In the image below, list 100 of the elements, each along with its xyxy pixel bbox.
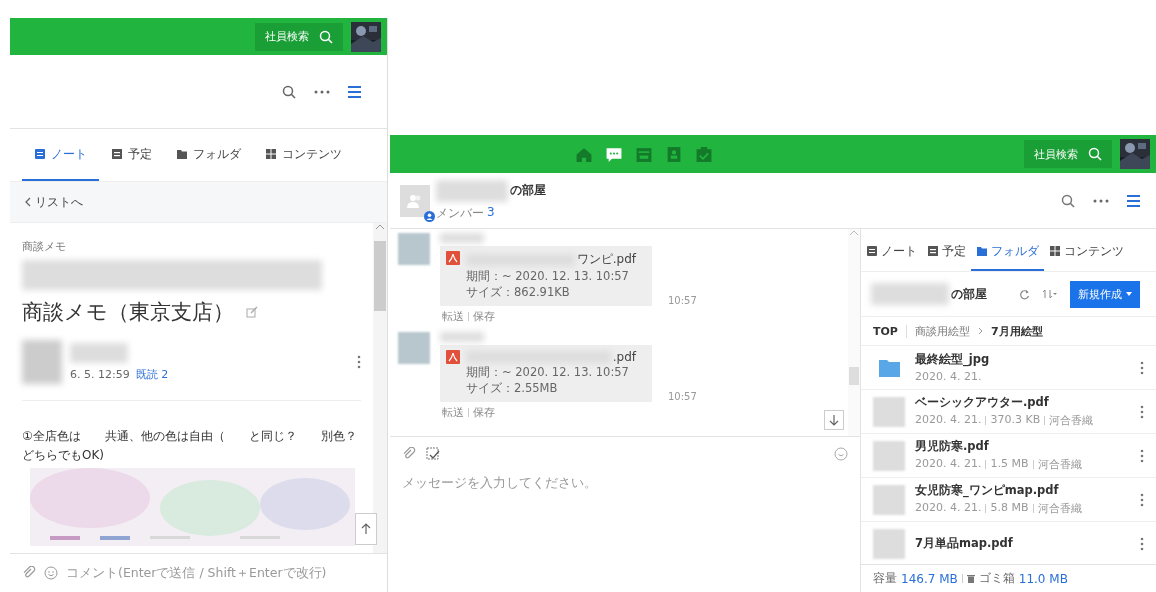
file-thumbnail	[873, 484, 905, 515]
sort-icon[interactable]	[1042, 289, 1058, 299]
scroll-to-bottom-button[interactable]	[824, 410, 844, 430]
note-category: 商談メモ	[22, 239, 67, 254]
more-icon[interactable]	[1140, 448, 1144, 463]
more-icon[interactable]	[1140, 404, 1144, 419]
address-book-icon	[665, 145, 683, 163]
message-action-link[interactable]: 転送	[442, 405, 464, 420]
tab[interactable]: 予定	[922, 233, 971, 271]
emoji-icon[interactable]	[44, 566, 58, 580]
file-attachment-card[interactable]: ワンピ.pdf 期間：~ 2020. 12. 13. 10:57 サイズ：862.91KB	[440, 246, 652, 306]
more-icon[interactable]	[1140, 536, 1144, 551]
scroll-up-icon[interactable]	[375, 223, 385, 231]
scrollbar-thumb[interactable]	[374, 241, 386, 311]
calendar-icon	[635, 145, 653, 163]
edit-icon[interactable]	[246, 306, 258, 318]
file-meta: 2020. 4. 21.	[915, 370, 982, 383]
people-icon	[407, 193, 423, 208]
file-name: ベーシックアウター.pdf	[915, 395, 1050, 410]
file-size: サイズ：2.55MB	[466, 381, 559, 396]
calendar-icon	[927, 245, 939, 257]
folder-icon	[976, 245, 988, 257]
file-meta: 河合香織	[1049, 413, 1094, 428]
member-badge-icon	[424, 210, 435, 222]
new-button[interactable]: 新規作成	[1070, 280, 1140, 308]
caret-icon	[1126, 292, 1132, 296]
message-action-link[interactable]: 保存	[473, 405, 495, 420]
message-action-link[interactable]: 転送	[442, 309, 464, 324]
file-thumbnail	[873, 396, 905, 427]
avatar	[398, 332, 430, 364]
message-action-link[interactable]: 保存	[473, 309, 495, 324]
paperclip-icon[interactable]	[22, 566, 36, 580]
redacted-name	[70, 342, 128, 363]
file-meta: 2020. 4. 21.	[915, 457, 982, 472]
room-title: の部屋	[510, 182, 546, 199]
nav-tab[interactable]	[695, 145, 713, 163]
grid-icon	[1049, 245, 1061, 257]
message-time: 10:57	[668, 295, 697, 306]
file-name: 男児防寒.pdf	[915, 439, 990, 454]
file-meta: 5.8 MB	[990, 501, 1029, 516]
file-name: .pdf	[612, 350, 636, 364]
nav-tab[interactable]	[605, 145, 623, 163]
refresh-icon[interactable]	[1019, 288, 1030, 300]
employee-search-button[interactable]: 社員検索	[255, 22, 343, 51]
scroll-to-top-button[interactable]	[355, 513, 377, 545]
file-meta: 1.5 MB	[990, 457, 1029, 472]
file-period: 期間：~ 2020. 12. 13. 10:57	[466, 269, 630, 284]
menu-icon[interactable]	[1127, 194, 1140, 207]
search-icon[interactable]	[282, 84, 296, 99]
chevron-left-icon[interactable]	[24, 197, 31, 207]
grid-icon	[265, 148, 277, 160]
breadcrumb-link[interactable]: TOP	[873, 324, 907, 338]
storage-label: 容量	[873, 570, 897, 587]
search-icon[interactable]	[319, 29, 333, 44]
nav-tab[interactable]	[665, 145, 683, 163]
file-attachment-card[interactable]: .pdf 期間：~ 2020. 12. 13. 10:57 サイズ：2.55MB	[440, 345, 652, 402]
tab[interactable]: コンテンツ	[253, 129, 354, 181]
tab[interactable]: フォルダ	[971, 233, 1044, 271]
file-period: 期間：~ 2020. 12. 13. 10:57	[466, 365, 630, 380]
file-row[interactable]: 女児防寒_ワンピmap.pdf 2020. 4. 21. 5.8 MB 河合香織	[861, 478, 1156, 522]
nav-tab[interactable]	[635, 145, 653, 163]
employee-search-button[interactable]: 社員検索	[1024, 140, 1112, 168]
more-icon[interactable]	[1140, 360, 1144, 375]
read-count-link[interactable]: 既読 2	[135, 366, 169, 382]
tab[interactable]: 予定	[99, 129, 164, 181]
scroll-up-icon[interactable]	[849, 229, 859, 237]
file-row[interactable]: 最終絵型_jpg 2020. 4. 21.	[861, 346, 1156, 390]
search-icon[interactable]	[1061, 193, 1075, 208]
arrow-up-icon	[361, 523, 371, 535]
file-name: 最終絵型_jpg	[915, 352, 991, 367]
tab[interactable]: フォルダ	[164, 129, 253, 181]
back-link[interactable]: リストへ	[35, 193, 83, 211]
more-icon[interactable]	[357, 355, 361, 369]
file-meta: 河合香織	[1037, 457, 1082, 472]
file-row[interactable]: 男児防寒.pdf 2020. 4. 21. 1.5 MB 河合香織	[861, 434, 1156, 478]
more-icon[interactable]	[314, 89, 330, 94]
more-icon[interactable]	[1093, 198, 1109, 203]
file-row[interactable]: 7月単品map.pdf	[861, 522, 1156, 564]
file-thumbnail	[873, 528, 905, 559]
member-count-link[interactable]: 3	[487, 204, 495, 222]
file-meta: 2020. 4. 21.	[915, 413, 982, 428]
breadcrumb-link[interactable]: 商談用絵型	[914, 323, 970, 339]
scrollbar-thumb[interactable]	[849, 367, 859, 385]
menu-icon[interactable]	[348, 85, 361, 98]
file-row[interactable]: ベーシックアウター.pdf 2020. 4. 21. 370.3 KB 河合香織	[861, 390, 1156, 434]
tab[interactable]: ノート	[861, 233, 922, 271]
more-icon[interactable]	[1140, 492, 1144, 507]
avatar	[398, 233, 430, 265]
emoji-icon[interactable]	[834, 447, 848, 461]
paperclip-icon[interactable]	[402, 447, 416, 461]
file-meta: 河合香織	[1037, 501, 1082, 516]
avatar	[22, 340, 62, 384]
clipboard-check-icon	[695, 145, 713, 163]
search-icon[interactable]	[1088, 147, 1102, 161]
breadcrumb-link[interactable]: 7月用絵型	[990, 323, 1043, 339]
tab[interactable]: コンテンツ	[1044, 233, 1129, 271]
members-label: メンバー	[436, 204, 484, 222]
note-date: 6. 5. 12:59	[70, 367, 130, 381]
redacted-name	[440, 332, 484, 342]
image-edit-icon[interactable]	[426, 447, 440, 461]
